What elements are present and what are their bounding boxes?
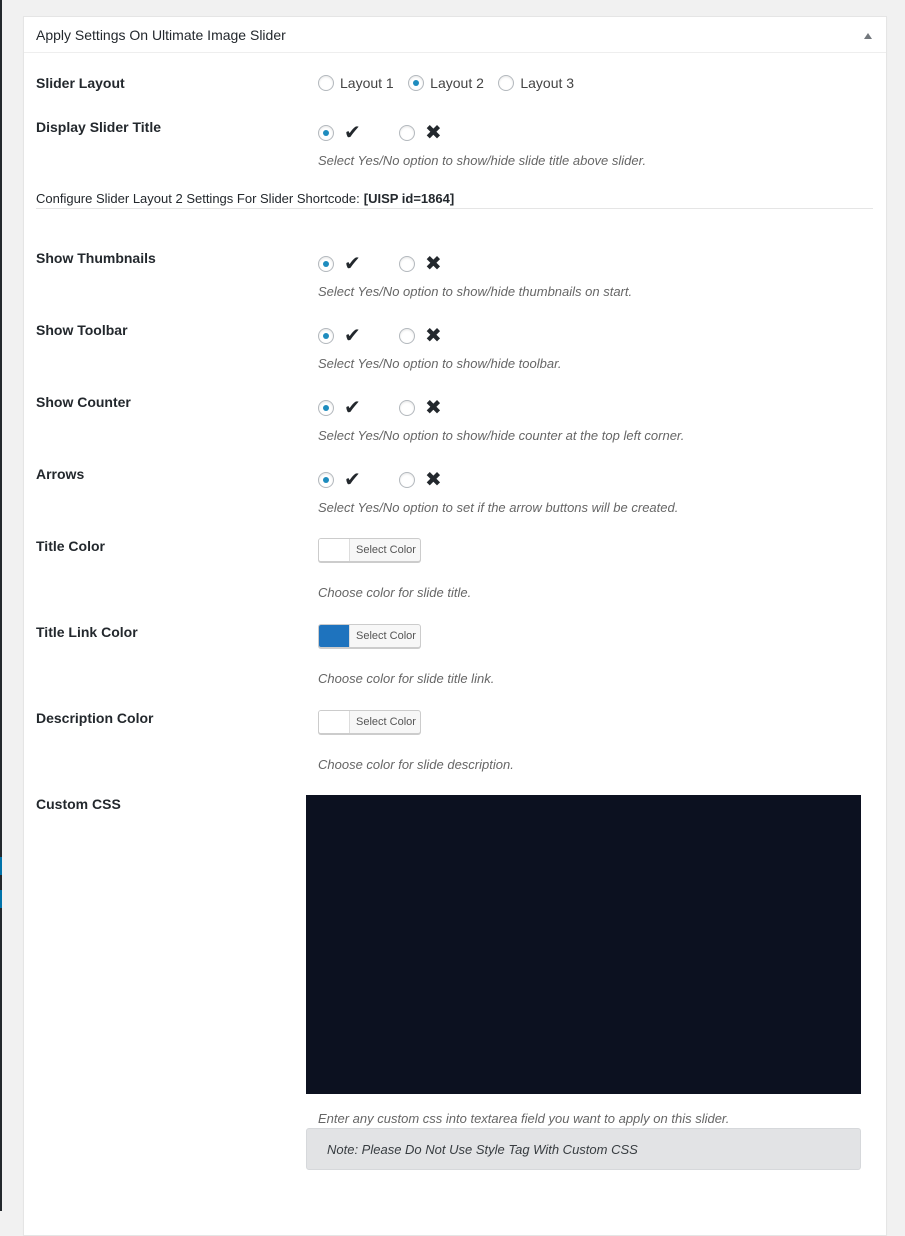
x-mark-icon: ✖ xyxy=(425,323,442,347)
slider-layout-label: Slider Layout xyxy=(36,75,125,91)
title-color-picker-button[interactable]: Select Color xyxy=(318,538,421,562)
note-text: Note: Please Do Not Use Style Tag With C… xyxy=(327,1142,638,1157)
title-link-color-label: Title Link Color xyxy=(36,624,138,640)
show-thumbnails-label: Show Thumbnails xyxy=(36,250,156,266)
yes-radio[interactable] xyxy=(318,472,334,488)
show-toolbar-label: Show Toolbar xyxy=(36,322,128,338)
display-slider-title-description: Select Yes/No option to show/hide slide … xyxy=(318,153,647,168)
x-mark-icon: ✖ xyxy=(425,251,442,275)
show-counter-label: Show Counter xyxy=(36,394,131,410)
description-color-description: Choose color for slide description. xyxy=(318,757,514,772)
color-swatch xyxy=(319,539,350,561)
show-thumbnails-description: Select Yes/No option to show/hide thumbn… xyxy=(318,284,633,299)
title-color-description: Choose color for slide title. xyxy=(318,585,472,600)
custom-css-label: Custom CSS xyxy=(36,796,121,812)
checkmark-icon: ✔ xyxy=(344,467,361,491)
yes-radio[interactable] xyxy=(318,125,334,141)
layout-2-option[interactable]: Layout 2 xyxy=(408,74,484,92)
panel-header: Apply Settings On Ultimate Image Slider xyxy=(24,17,886,53)
show-toolbar-description: Select Yes/No option to show/hide toolba… xyxy=(318,356,562,371)
layout-settings-heading: Configure Slider Layout 2 Settings For S… xyxy=(36,191,873,209)
checkmark-icon: ✔ xyxy=(344,120,361,144)
title-link-color-description: Choose color for slide title link. xyxy=(318,671,495,686)
no-radio[interactable] xyxy=(399,472,415,488)
settings-panel: Apply Settings On Ultimate Image Slider … xyxy=(23,16,887,1236)
layout-3-option[interactable]: Layout 3 xyxy=(498,74,574,92)
panel-title: Apply Settings On Ultimate Image Slider xyxy=(36,27,286,43)
description-color-label: Description Color xyxy=(36,710,154,726)
shortcode-text: [UISP id=1864] xyxy=(363,191,455,206)
no-radio[interactable] xyxy=(399,328,415,344)
x-mark-icon: ✖ xyxy=(425,467,442,491)
title-color-label: Title Color xyxy=(36,538,105,554)
description-color-picker-button[interactable]: Select Color xyxy=(318,710,421,734)
arrows-description: Select Yes/No option to set if the arrow… xyxy=(318,500,679,515)
x-mark-icon: ✖ xyxy=(425,395,442,419)
color-swatch xyxy=(319,625,350,647)
yes-radio[interactable] xyxy=(318,328,334,344)
no-radio[interactable] xyxy=(399,125,415,141)
layout-1-option[interactable]: Layout 1 xyxy=(318,74,394,92)
checkmark-icon: ✔ xyxy=(344,323,361,347)
yes-radio[interactable] xyxy=(318,256,334,272)
title-link-color-picker-button[interactable]: Select Color xyxy=(318,624,421,648)
custom-css-textarea[interactable] xyxy=(306,795,861,1094)
arrows-label: Arrows xyxy=(36,466,85,482)
no-radio[interactable] xyxy=(399,256,415,272)
triangle-up-icon xyxy=(864,33,872,39)
layout-3-radio[interactable] xyxy=(498,75,515,92)
show-counter-description: Select Yes/No option to show/hide counte… xyxy=(318,428,685,443)
panel-toggle-button[interactable] xyxy=(858,25,878,45)
display-slider-title-label: Display Slider Title xyxy=(36,119,162,135)
checkmark-icon: ✔ xyxy=(344,395,361,419)
checkmark-icon: ✔ xyxy=(344,251,361,275)
custom-css-note: Note: Please Do Not Use Style Tag With C… xyxy=(306,1128,861,1170)
layout-1-radio[interactable] xyxy=(318,75,334,92)
custom-css-description: Enter any custom css into textarea field… xyxy=(318,1111,730,1126)
layout-2-radio[interactable] xyxy=(408,75,425,92)
no-radio[interactable] xyxy=(399,400,415,416)
color-swatch xyxy=(319,711,350,733)
slider-layout-options: Layout 1 Layout 2 Layout 3 xyxy=(318,74,584,92)
x-mark-icon: ✖ xyxy=(425,120,442,144)
yes-radio[interactable] xyxy=(318,400,334,416)
section-heading-text: Configure Slider Layout 2 Settings For S… xyxy=(36,191,360,206)
